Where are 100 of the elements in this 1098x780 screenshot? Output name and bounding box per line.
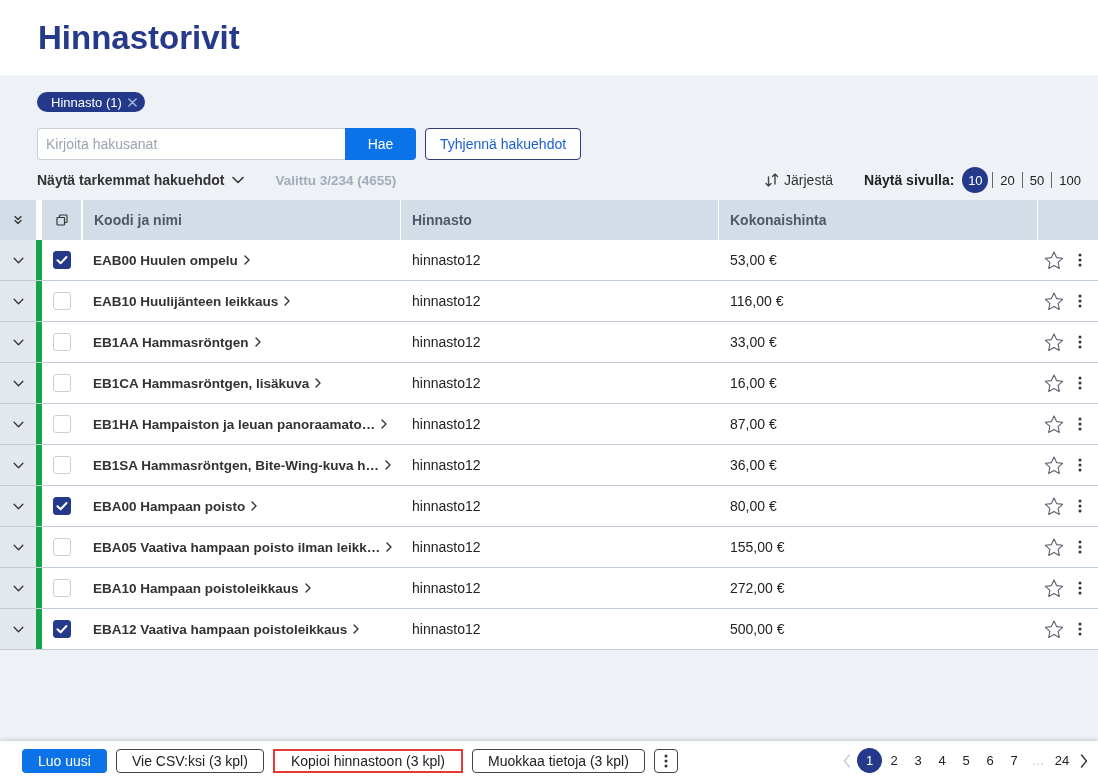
action-button[interactable]: Vie CSV:ksi (3 kpl) — [115, 748, 264, 773]
chevron-down-icon[interactable] — [12, 420, 24, 428]
kebab-menu-icon[interactable] — [1078, 253, 1082, 267]
kebab-menu-icon[interactable] — [1078, 417, 1082, 431]
table-cell: 33,00 € — [730, 334, 777, 350]
chevron-right-icon[interactable] — [243, 255, 250, 265]
chevron-right-icon[interactable] — [381, 419, 388, 429]
star-icon[interactable] — [1044, 619, 1064, 639]
star-icon[interactable] — [1044, 332, 1064, 352]
star-icon[interactable] — [1044, 455, 1064, 475]
kebab-menu-icon[interactable] — [1078, 294, 1082, 308]
page-size-label: Näytä sivulla: — [864, 172, 955, 188]
item-link[interactable]: EBA00 Hampaan poisto — [93, 498, 246, 514]
table-cell: hinnasto12 — [412, 457, 481, 473]
search-field[interactable]: Kirjoita hakusanat — [37, 128, 345, 160]
page-number[interactable]: 4 — [930, 748, 954, 773]
page-number[interactable]: 2 — [882, 748, 906, 773]
kebab-menu-icon[interactable] — [663, 753, 668, 768]
kebab-menu-icon[interactable] — [1078, 376, 1082, 390]
chevron-right-icon[interactable] — [353, 624, 360, 634]
kebab-menu-icon[interactable] — [1078, 581, 1082, 595]
search-button[interactable]: Hae — [345, 128, 416, 160]
kebab-menu-icon[interactable] — [1078, 540, 1082, 554]
page-number[interactable]: 7 — [1002, 748, 1026, 773]
chevron-icon[interactable] — [231, 176, 244, 184]
page-number[interactable]: 3 — [906, 748, 930, 773]
item-link[interactable]: EAB10 Huulijänteen leikkaus — [93, 293, 279, 309]
item-link[interactable]: EB1SA Hammasröntgen, Bite-Wing-kuva h… — [93, 457, 379, 473]
item-link[interactable]: EB1CA Hammasröntgen, lisäkuva — [93, 375, 310, 391]
star-icon[interactable] — [1044, 496, 1064, 516]
page-size-option[interactable]: 50 — [1022, 167, 1052, 193]
table-cell: 87,00 € — [730, 416, 777, 432]
advanced-search-toggle[interactable]: Näytä tarkemmat hakuehdot — [37, 172, 244, 188]
chevron-down-icon[interactable] — [12, 625, 24, 633]
double-chevron-icon[interactable] — [13, 215, 23, 225]
chevron-down-icon[interactable] — [12, 379, 24, 387]
filter-chip[interactable]: Hinnasto (1) — [37, 92, 145, 112]
kebab-menu-icon[interactable] — [1078, 622, 1082, 636]
star-icon[interactable] — [1044, 537, 1064, 557]
action-button[interactable]: Kopioi hinnastoon (3 kpl) — [272, 748, 463, 773]
item-link[interactable]: EBA12 Vaativa hampaan poistoleikkaus — [93, 621, 348, 637]
chevron-right-icon[interactable] — [304, 583, 311, 593]
item-link[interactable]: EB1HA Hampaiston ja leuan panoraamato… — [93, 416, 376, 432]
table-cell: hinnasto12 — [412, 621, 481, 637]
chevron-down-icon[interactable] — [12, 338, 24, 346]
star-icon[interactable] — [1044, 250, 1064, 270]
kebab-menu-icon[interactable] — [1078, 499, 1082, 513]
action-button[interactable]: Luo uusi — [22, 748, 107, 773]
checkbox[interactable] — [53, 497, 71, 515]
chevron-down-icon[interactable] — [12, 256, 24, 264]
page-number[interactable]: 1 — [857, 748, 882, 773]
overlapping-squares-icon[interactable] — [55, 214, 68, 226]
close-icon[interactable] — [127, 97, 137, 107]
star-icon[interactable] — [1044, 291, 1064, 311]
table-cell: 36,00 € — [730, 457, 777, 473]
pagination-ellipsis: … — [1031, 753, 1045, 768]
item-link[interactable]: EBA10 Hampaan poistoleikkaus — [93, 580, 299, 596]
chevron-right-icon[interactable] — [284, 296, 291, 306]
table-cell: hinnasto12 — [412, 416, 481, 432]
table-cell: 155,00 € — [730, 539, 785, 555]
table-cell: hinnasto12 — [412, 580, 481, 596]
action-button[interactable]: Muokkaa tietoja (3 kpl) — [472, 748, 645, 773]
page-number[interactable]: 6 — [978, 748, 1002, 773]
chevron-right-icon[interactable] — [384, 460, 391, 470]
item-link[interactable]: EBA05 Vaativa hampaan poisto ilman leikk… — [93, 539, 381, 555]
page-number[interactable]: 5 — [954, 748, 978, 773]
table-cell: 116,00 € — [730, 293, 784, 309]
chevron-down-icon[interactable] — [12, 297, 24, 305]
chevron-down-icon[interactable] — [12, 502, 24, 510]
sort-arrows-icon[interactable] — [764, 172, 781, 188]
page-size-option[interactable]: 10 — [962, 167, 989, 193]
page-size-option[interactable]: 100 — [1052, 167, 1088, 193]
chevron-down-icon[interactable] — [12, 543, 24, 551]
chevron-down-icon[interactable] — [12, 584, 24, 592]
checkbox[interactable] — [53, 620, 71, 638]
star-icon[interactable] — [1044, 373, 1064, 393]
chevron-right-icon[interactable] — [386, 542, 393, 552]
table-cell: hinnasto12 — [412, 293, 481, 309]
next-page-icon[interactable] — [1080, 753, 1088, 768]
table-cell: 53,00 € — [730, 252, 777, 268]
sort-button[interactable]: Järjestä — [764, 172, 834, 188]
page-title: Hinnastorivit — [38, 18, 240, 57]
star-icon[interactable] — [1044, 414, 1064, 434]
star-icon[interactable] — [1044, 578, 1064, 598]
table-cell: hinnasto12 — [412, 334, 481, 350]
item-link[interactable]: EB1AA Hammasröntgen — [93, 334, 249, 350]
page-number[interactable]: 24 — [1050, 748, 1074, 773]
page-size-option[interactable]: 20 — [993, 167, 1022, 193]
more-button[interactable] — [653, 748, 678, 773]
clear-filters-button[interactable]: Tyhjennä hakuehdot — [425, 128, 582, 160]
chevron-right-icon[interactable] — [315, 378, 322, 388]
item-link[interactable]: EAB00 Huulen ompelu — [93, 252, 238, 268]
chevron-down-icon[interactable] — [12, 461, 24, 469]
table-cell: 80,00 € — [730, 498, 777, 514]
kebab-menu-icon[interactable] — [1078, 458, 1082, 472]
chevron-right-icon[interactable] — [251, 501, 258, 511]
table-cell: hinnasto12 — [412, 375, 481, 391]
chevron-right-icon[interactable] — [254, 337, 261, 347]
checkbox[interactable] — [53, 251, 71, 269]
kebab-menu-icon[interactable] — [1078, 335, 1082, 349]
